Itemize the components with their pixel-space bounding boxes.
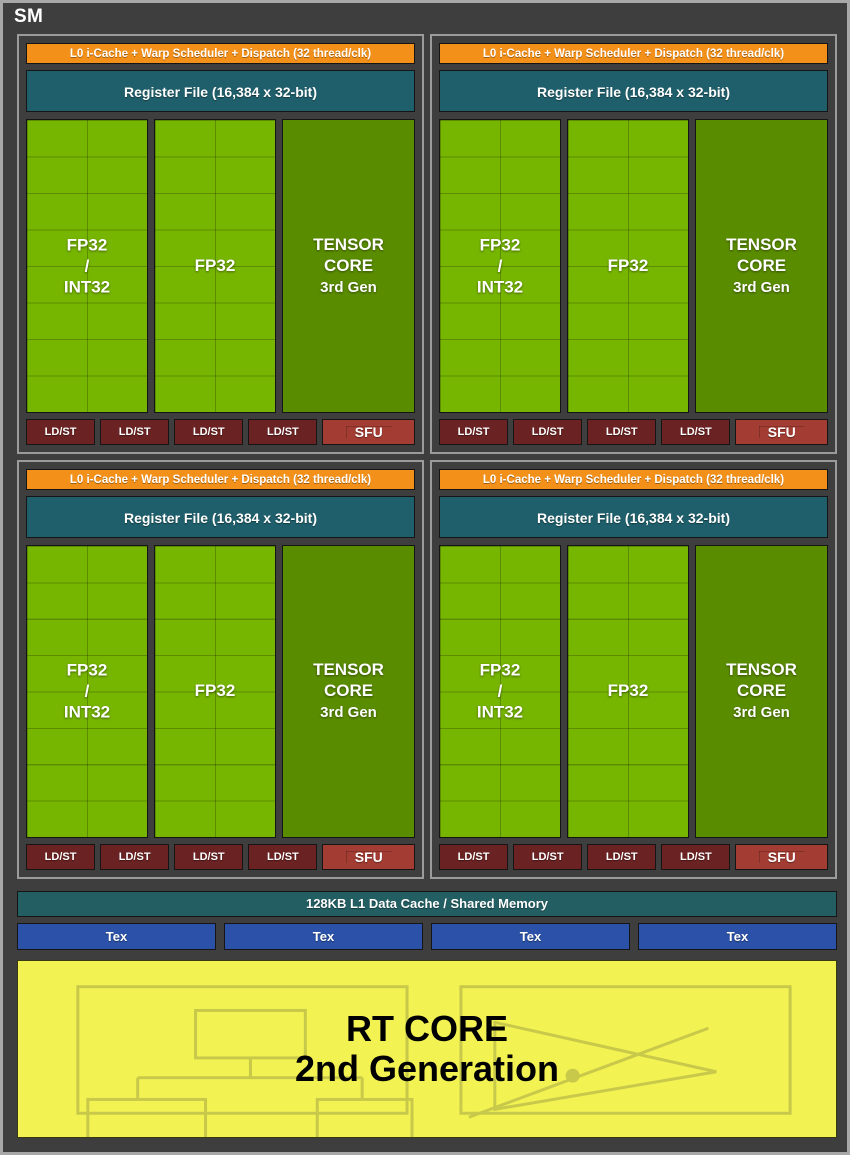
core-cell-grid: [27, 545, 147, 837]
l1-data-cache-block: 128KB L1 Data Cache / Shared Memory: [17, 891, 837, 917]
sfu-label: SFU: [354, 849, 383, 865]
ldst-unit: LD/ST: [661, 418, 731, 445]
fp32-core-block: FP32: [154, 119, 276, 413]
page-title: SM: [14, 6, 44, 27]
ldst-unit: LD/ST: [248, 418, 318, 445]
tensor-label-line3: 3rd Gen: [320, 704, 377, 722]
register-file-block: Register File (16,384 x 32-bit): [26, 70, 415, 112]
warp-scheduler-bar: L0 i-Cache + Warp Scheduler + Dispatch (…: [439, 468, 828, 490]
sfu-unit: SFU: [735, 844, 829, 870]
core-cell-grid: [440, 545, 560, 837]
ldst-unit: LD/ST: [174, 844, 244, 870]
tensor-label-line3: 3rd Gen: [733, 704, 790, 722]
tensor-label-line1: TENSOR: [313, 234, 384, 254]
core-cell-grid: [440, 120, 560, 412]
bvh-tree-icon: [76, 985, 409, 1115]
fp32-int32-core-block: FP32 / INT32: [439, 119, 561, 413]
tex-unit: Tex: [638, 923, 837, 950]
sfu-unit: SFU: [735, 418, 829, 445]
load-store-row: LD/ST LD/ST LD/ST LD/ST SFU: [439, 844, 829, 870]
warp-scheduler-bar: L0 i-Cache + Warp Scheduler + Dispatch (…: [26, 43, 415, 64]
core-columns: FP32 / INT32 FP32 TENSOR CORE 3rd Gen: [439, 119, 828, 413]
ldst-unit: LD/ST: [661, 844, 731, 870]
fp32-int32-core-block: FP32 / INT32: [26, 119, 148, 413]
sfu-unit: SFU: [322, 844, 416, 870]
rt-core-block: RT CORE 2nd Generation: [17, 960, 837, 1138]
ldst-unit: LD/ST: [26, 844, 96, 870]
warp-scheduler-bar: L0 i-Cache + Warp Scheduler + Dispatch (…: [26, 468, 415, 490]
tensor-label-line2: CORE: [323, 255, 374, 275]
tensor-core-label: TENSOR CORE 3rd Gen: [696, 234, 827, 298]
core-columns: FP32 / INT32 FP32 TENSOR CORE 3rd Gen: [26, 119, 415, 413]
tensor-label-line1: TENSOR: [726, 234, 797, 254]
tensor-core-block: TENSOR CORE 3rd Gen: [695, 544, 828, 838]
ldst-unit: LD/ST: [174, 418, 244, 445]
sfu-label: SFU: [767, 423, 796, 440]
core-columns: FP32 / INT32 FP32 TENSOR CORE 3rd Gen: [439, 544, 828, 838]
ldst-unit: LD/ST: [513, 418, 583, 445]
ldst-unit: LD/ST: [100, 844, 170, 870]
tex-unit: Tex: [17, 923, 216, 950]
texture-units-row: Tex Tex Tex Tex: [17, 923, 837, 950]
fp32-core-block: FP32: [567, 119, 689, 413]
sfu-label: SFU: [354, 423, 383, 440]
register-file-block: Register File (16,384 x 32-bit): [439, 70, 828, 112]
tensor-label-line1: TENSOR: [726, 660, 797, 680]
load-store-row: LD/ST LD/ST LD/ST LD/ST SFU: [439, 418, 829, 445]
register-file-block: Register File (16,384 x 32-bit): [26, 495, 415, 538]
tensor-core-block: TENSOR CORE 3rd Gen: [695, 119, 828, 413]
core-cell-grid: [155, 120, 275, 412]
load-store-row: LD/ST LD/ST LD/ST LD/ST SFU: [26, 418, 416, 445]
ldst-unit: LD/ST: [26, 418, 96, 445]
ldst-unit: LD/ST: [100, 418, 170, 445]
ldst-unit: LD/ST: [513, 844, 583, 870]
fp32-int32-core-block: FP32 / INT32: [26, 544, 148, 838]
fp32-core-block: FP32: [567, 544, 689, 838]
tensor-label-line1: TENSOR: [313, 660, 384, 680]
fp32-int32-core-block: FP32 / INT32: [439, 544, 561, 838]
tensor-label-line2: CORE: [736, 681, 787, 701]
tensor-core-label: TENSOR CORE 3rd Gen: [696, 659, 827, 723]
core-cell-grid: [568, 545, 688, 837]
tensor-core-block: TENSOR CORE 3rd Gen: [282, 544, 415, 838]
register-file-block: Register File (16,384 x 32-bit): [439, 495, 828, 538]
sfu-unit: SFU: [322, 418, 416, 445]
ldst-unit: LD/ST: [587, 418, 657, 445]
sm-partition-top-left: L0 i-Cache + Warp Scheduler + Dispatch (…: [17, 34, 424, 454]
sm-partition-top-right: L0 i-Cache + Warp Scheduler + Dispatch (…: [430, 34, 837, 454]
ldst-unit: LD/ST: [439, 418, 509, 445]
sfu-label: SFU: [767, 849, 796, 865]
sm-partition-bottom-left: L0 i-Cache + Warp Scheduler + Dispatch (…: [17, 459, 424, 879]
tex-unit: Tex: [224, 923, 423, 950]
core-cell-grid: [568, 120, 688, 412]
core-cell-grid: [27, 120, 147, 412]
ldst-unit: LD/ST: [439, 844, 509, 870]
tensor-core-label: TENSOR CORE 3rd Gen: [283, 234, 414, 298]
tensor-core-label: TENSOR CORE 3rd Gen: [283, 659, 414, 723]
tensor-label-line2: CORE: [323, 681, 374, 701]
core-cell-grid: [155, 545, 275, 837]
tex-unit: Tex: [431, 923, 630, 950]
load-store-row: LD/ST LD/ST LD/ST LD/ST SFU: [26, 844, 416, 870]
tensor-label-line2: CORE: [736, 255, 787, 275]
core-columns: FP32 / INT32 FP32 TENSOR CORE 3rd Gen: [26, 544, 415, 838]
tensor-label-line3: 3rd Gen: [733, 278, 790, 296]
sm-partition-bottom-right: L0 i-Cache + Warp Scheduler + Dispatch (…: [430, 459, 837, 879]
sm-diagram: SM L0 i-Cache + Warp Scheduler + Dispatc…: [0, 0, 850, 1155]
fp32-core-block: FP32: [154, 544, 276, 838]
ldst-unit: LD/ST: [248, 844, 318, 870]
intersection-point-icon: [565, 1068, 580, 1083]
rt-core-artwork: [76, 985, 792, 1137]
sm-partitions-grid: L0 i-Cache + Warp Scheduler + Dispatch (…: [17, 34, 837, 879]
warp-scheduler-bar: L0 i-Cache + Warp Scheduler + Dispatch (…: [439, 43, 828, 64]
tensor-label-line3: 3rd Gen: [320, 278, 377, 296]
tensor-core-block: TENSOR CORE 3rd Gen: [282, 119, 415, 413]
ldst-unit: LD/ST: [587, 844, 657, 870]
